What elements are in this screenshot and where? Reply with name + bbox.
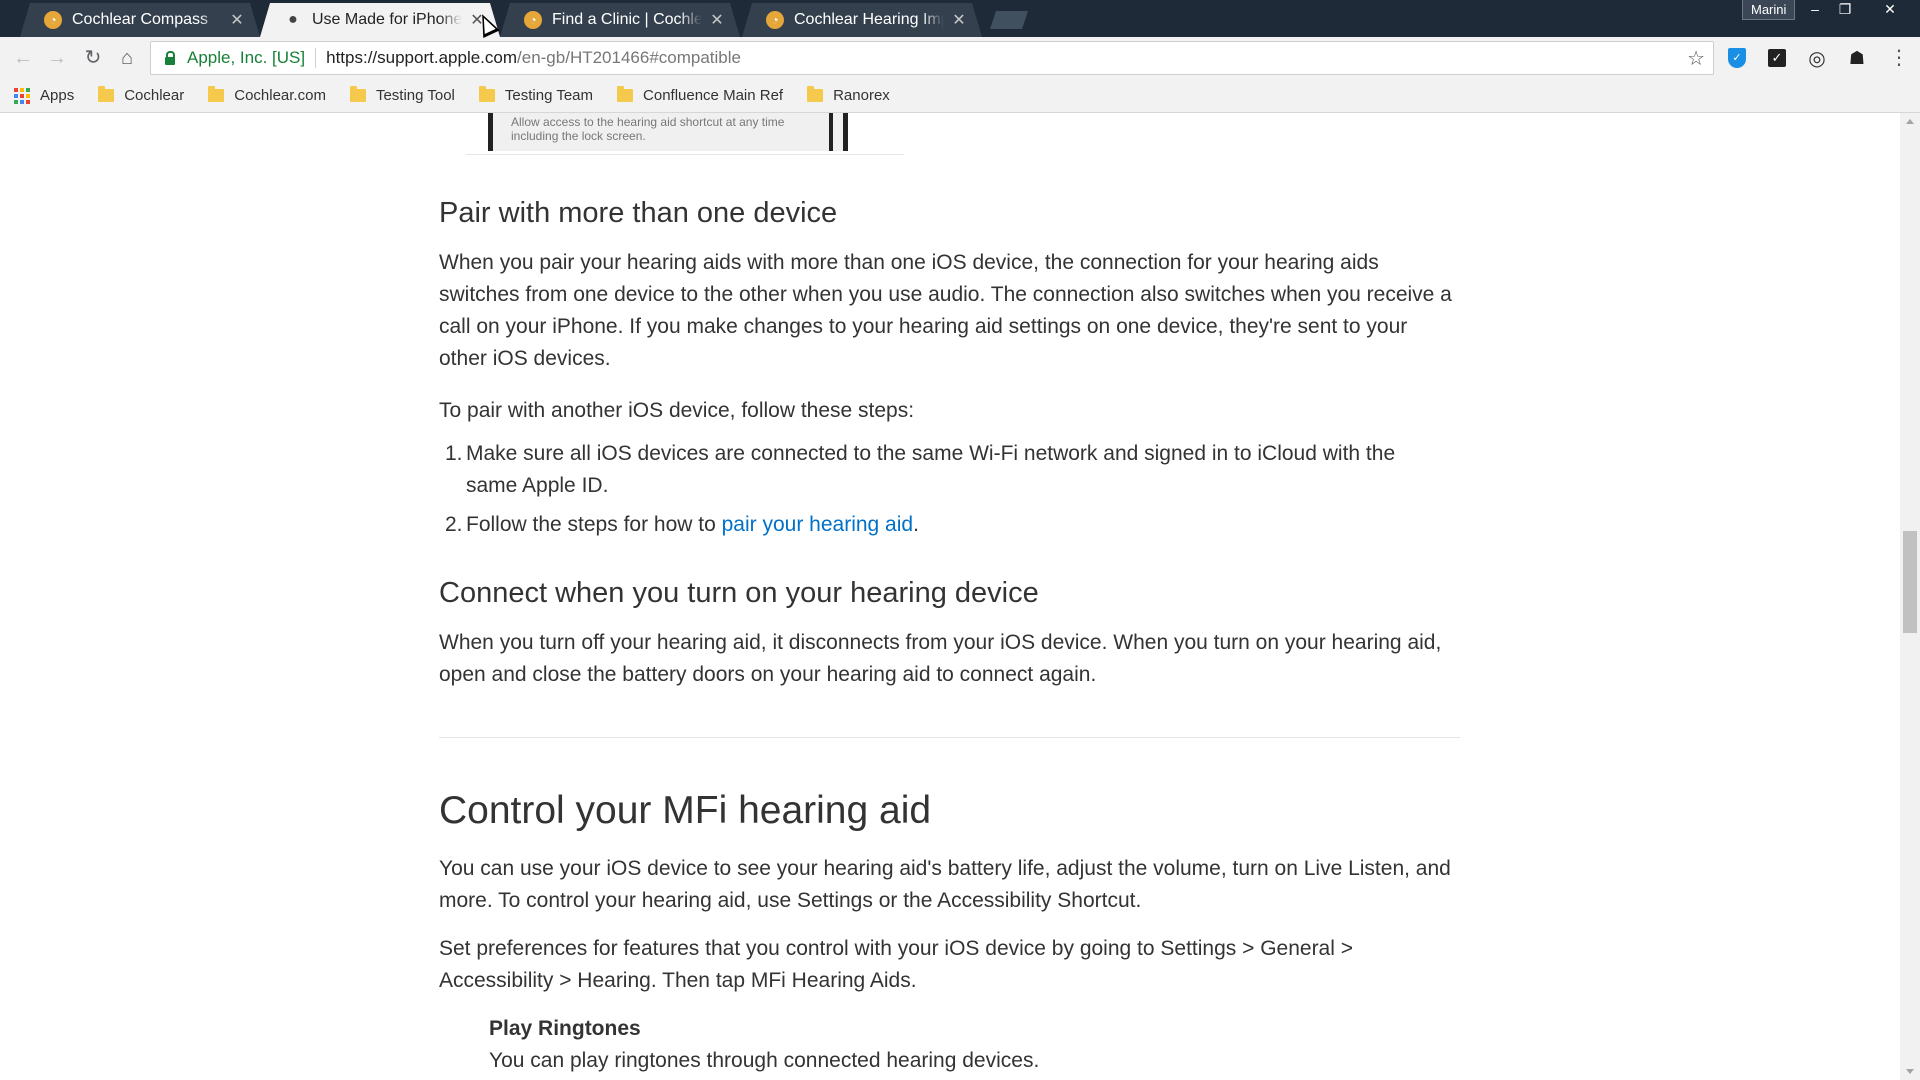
- browser-toolbar: ← → ↻ ⌂ Apple, Inc. [US] https://support…: [0, 37, 1920, 79]
- step-number: 2.: [445, 513, 463, 536]
- paragraph-control-preferences: Set preferences for features that you co…: [439, 937, 1354, 992]
- checkmark-extension-icon[interactable]: ✓: [1765, 46, 1789, 70]
- bookmark-ranorex[interactable]: Ranorex: [807, 86, 890, 104]
- scroll-thumb[interactable]: [1903, 531, 1917, 633]
- bookmark-label: Confluence Main Ref: [643, 87, 784, 104]
- close-tab-icon[interactable]: ✕: [468, 10, 486, 30]
- bookmark-label: Apps: [40, 87, 75, 104]
- bookmark-testing-team[interactable]: Testing Team: [478, 86, 594, 104]
- reload-icon[interactable]: ↻: [80, 45, 106, 71]
- bookmark-testing-tool[interactable]: Testing Tool: [349, 86, 455, 104]
- cochlear-favicon-icon: ◔: [524, 11, 542, 29]
- site-identity[interactable]: Apple, Inc. [US]: [187, 48, 305, 68]
- lock-icon: [163, 51, 177, 65]
- step-text: Make sure all iOS devices are connected …: [466, 442, 1396, 497]
- bookmark-label: Testing Team: [504, 87, 594, 104]
- section-heading-connect: Connect when you turn on your hearing de…: [439, 577, 1039, 609]
- folder-icon: [807, 86, 824, 102]
- list-item: 2. Follow the steps for how to pair your…: [439, 509, 1439, 541]
- forward-arrow-icon[interactable]: →: [44, 45, 70, 71]
- folder-icon: [98, 86, 115, 102]
- bookmark-apps[interactable]: Apps: [0, 87, 74, 104]
- bookmark-star-icon[interactable]: ☆: [1687, 46, 1705, 71]
- paragraph-pair-intro: When you pair your hearing aids with mor…: [439, 251, 1452, 370]
- bookmark-confluence-main-ref[interactable]: Confluence Main Ref: [617, 86, 784, 104]
- feature-description: You can play ringtones through connected…: [489, 1049, 1040, 1072]
- step-text: Follow the steps for how to: [466, 513, 722, 536]
- profile-button[interactable]: Marini: [1742, 0, 1796, 20]
- bookmark-label: Cochlear.com: [234, 87, 326, 104]
- bookmark-label: Ranorex: [833, 87, 890, 104]
- apps-grid-dot: [14, 87, 18, 92]
- tab-find-a-clinic[interactable]: ◔ Find a Clinic | Cochlear UK ✕: [500, 3, 740, 37]
- list-item: 1. Make sure all iOS devices are connect…: [439, 438, 1439, 502]
- section-heading-control: Control your MFi hearing aid: [439, 789, 932, 832]
- folder-icon: [208, 86, 225, 102]
- apps-grid-dot: [26, 99, 30, 104]
- page-scrollbar[interactable]: [1900, 113, 1920, 1080]
- swirl-extension-icon[interactable]: ◎: [1805, 46, 1829, 70]
- apps-grid-icon: [14, 87, 30, 104]
- page-viewport: Allow access to the hearing aid shortcut…: [0, 113, 1900, 1080]
- feature-play-ringtones: Play Ringtones You can play ringtones th…: [489, 1013, 1039, 1077]
- bookmark-cochlear-com[interactable]: Cochlear.com: [208, 86, 326, 104]
- bookmarks-bar: Apps Cochlear Cochlear.com Testing Tool …: [0, 79, 1920, 113]
- section-divider: [439, 737, 1460, 738]
- folder-icon: [478, 86, 495, 102]
- close-tab-icon[interactable]: ✕: [950, 10, 968, 30]
- home-icon[interactable]: ⌂: [114, 45, 140, 71]
- tab-strip: ◔ Cochlear Compass ✕ ◔ Find a Clinic | C…: [0, 0, 1920, 37]
- apps-grid-dot: [14, 93, 18, 98]
- phone-screenshot-image: Allow access to the hearing aid shortcut…: [466, 113, 904, 155]
- apps-grid-dot: [26, 87, 30, 92]
- paragraph-pair-steps-intro: To pair with another iOS device, follow …: [439, 399, 915, 422]
- folder-icon: [617, 86, 634, 102]
- feature-title: Play Ringtones: [489, 1017, 641, 1040]
- tab-cochlear-compass[interactable]: ◔ Cochlear Compass ✕: [20, 3, 260, 37]
- folder-icon: [349, 86, 366, 102]
- screenshot-caption: Allow access to the hearing aid shortcut…: [511, 115, 785, 143]
- apps-grid-dot: [14, 99, 18, 104]
- url-host: https://support.apple.com: [326, 48, 518, 67]
- minimize-icon[interactable]: –: [1800, 0, 1830, 20]
- close-window-icon[interactable]: ✕: [1875, 0, 1905, 20]
- tab-title: Find a Clinic | Cochlear UK: [552, 11, 702, 28]
- apps-grid-dot: [20, 99, 24, 104]
- step-number: 1.: [445, 442, 463, 465]
- close-tab-icon[interactable]: ✕: [228, 10, 246, 30]
- paragraph-control-intro: You can use your iOS device to see your …: [439, 857, 1451, 912]
- paragraph-connect: When you turn off your hearing aid, it d…: [439, 631, 1442, 686]
- section-heading-pair: Pair with more than one device: [439, 197, 838, 229]
- pair-steps-list: 1. Make sure all iOS devices are connect…: [439, 438, 1439, 541]
- tab-title: Cochlear Hearing Implants: [794, 11, 944, 28]
- phone-frame: Allow access to the hearing aid shortcut…: [488, 113, 848, 151]
- step-text-end: .: [913, 513, 919, 536]
- cochlear-favicon-icon: ◔: [44, 11, 62, 29]
- person-extension-icon[interactable]: ☗: [1845, 46, 1869, 70]
- apps-grid-dot: [26, 93, 30, 98]
- restore-icon[interactable]: ❐: [1830, 0, 1860, 20]
- tab-cochlear-hearing-implants[interactable]: ◔ Cochlear Hearing Implants ✕: [742, 3, 982, 37]
- menu-dots-icon[interactable]: ⋮: [1887, 45, 1911, 70]
- apps-grid-dot: [20, 93, 24, 98]
- bookmark-label: Testing Tool: [375, 87, 455, 104]
- url-path: /en-gb/HT201466#compatible: [517, 48, 741, 67]
- divider: [315, 48, 317, 68]
- tab-apple-support[interactable]: ● Use Made for iPhone hearing aids - App…: [260, 3, 500, 37]
- shield-extension-icon[interactable]: ✓: [1725, 46, 1749, 70]
- apps-grid-dot: [20, 87, 24, 92]
- new-tab-button[interactable]: [990, 11, 1028, 29]
- close-tab-icon[interactable]: ✕: [708, 10, 726, 30]
- tab-title: Cochlear Compass: [72, 11, 209, 28]
- pair-hearing-aid-link[interactable]: pair your hearing aid: [722, 513, 913, 536]
- back-arrow-icon[interactable]: ←: [10, 45, 36, 71]
- cochlear-favicon-icon: ◔: [766, 11, 784, 29]
- bookmark-cochlear[interactable]: Cochlear: [98, 86, 185, 104]
- scroll-down-arrow-icon[interactable]: [1906, 1069, 1914, 1074]
- address-bar[interactable]: Apple, Inc. [US] https://support.apple.c…: [150, 41, 1714, 75]
- tab-title: Use Made for iPhone hearing aids - Apple…: [312, 11, 462, 28]
- scroll-up-arrow-icon[interactable]: [1906, 119, 1914, 124]
- bookmark-label: Cochlear: [124, 87, 185, 104]
- apple-favicon-icon: ●: [288, 11, 298, 28]
